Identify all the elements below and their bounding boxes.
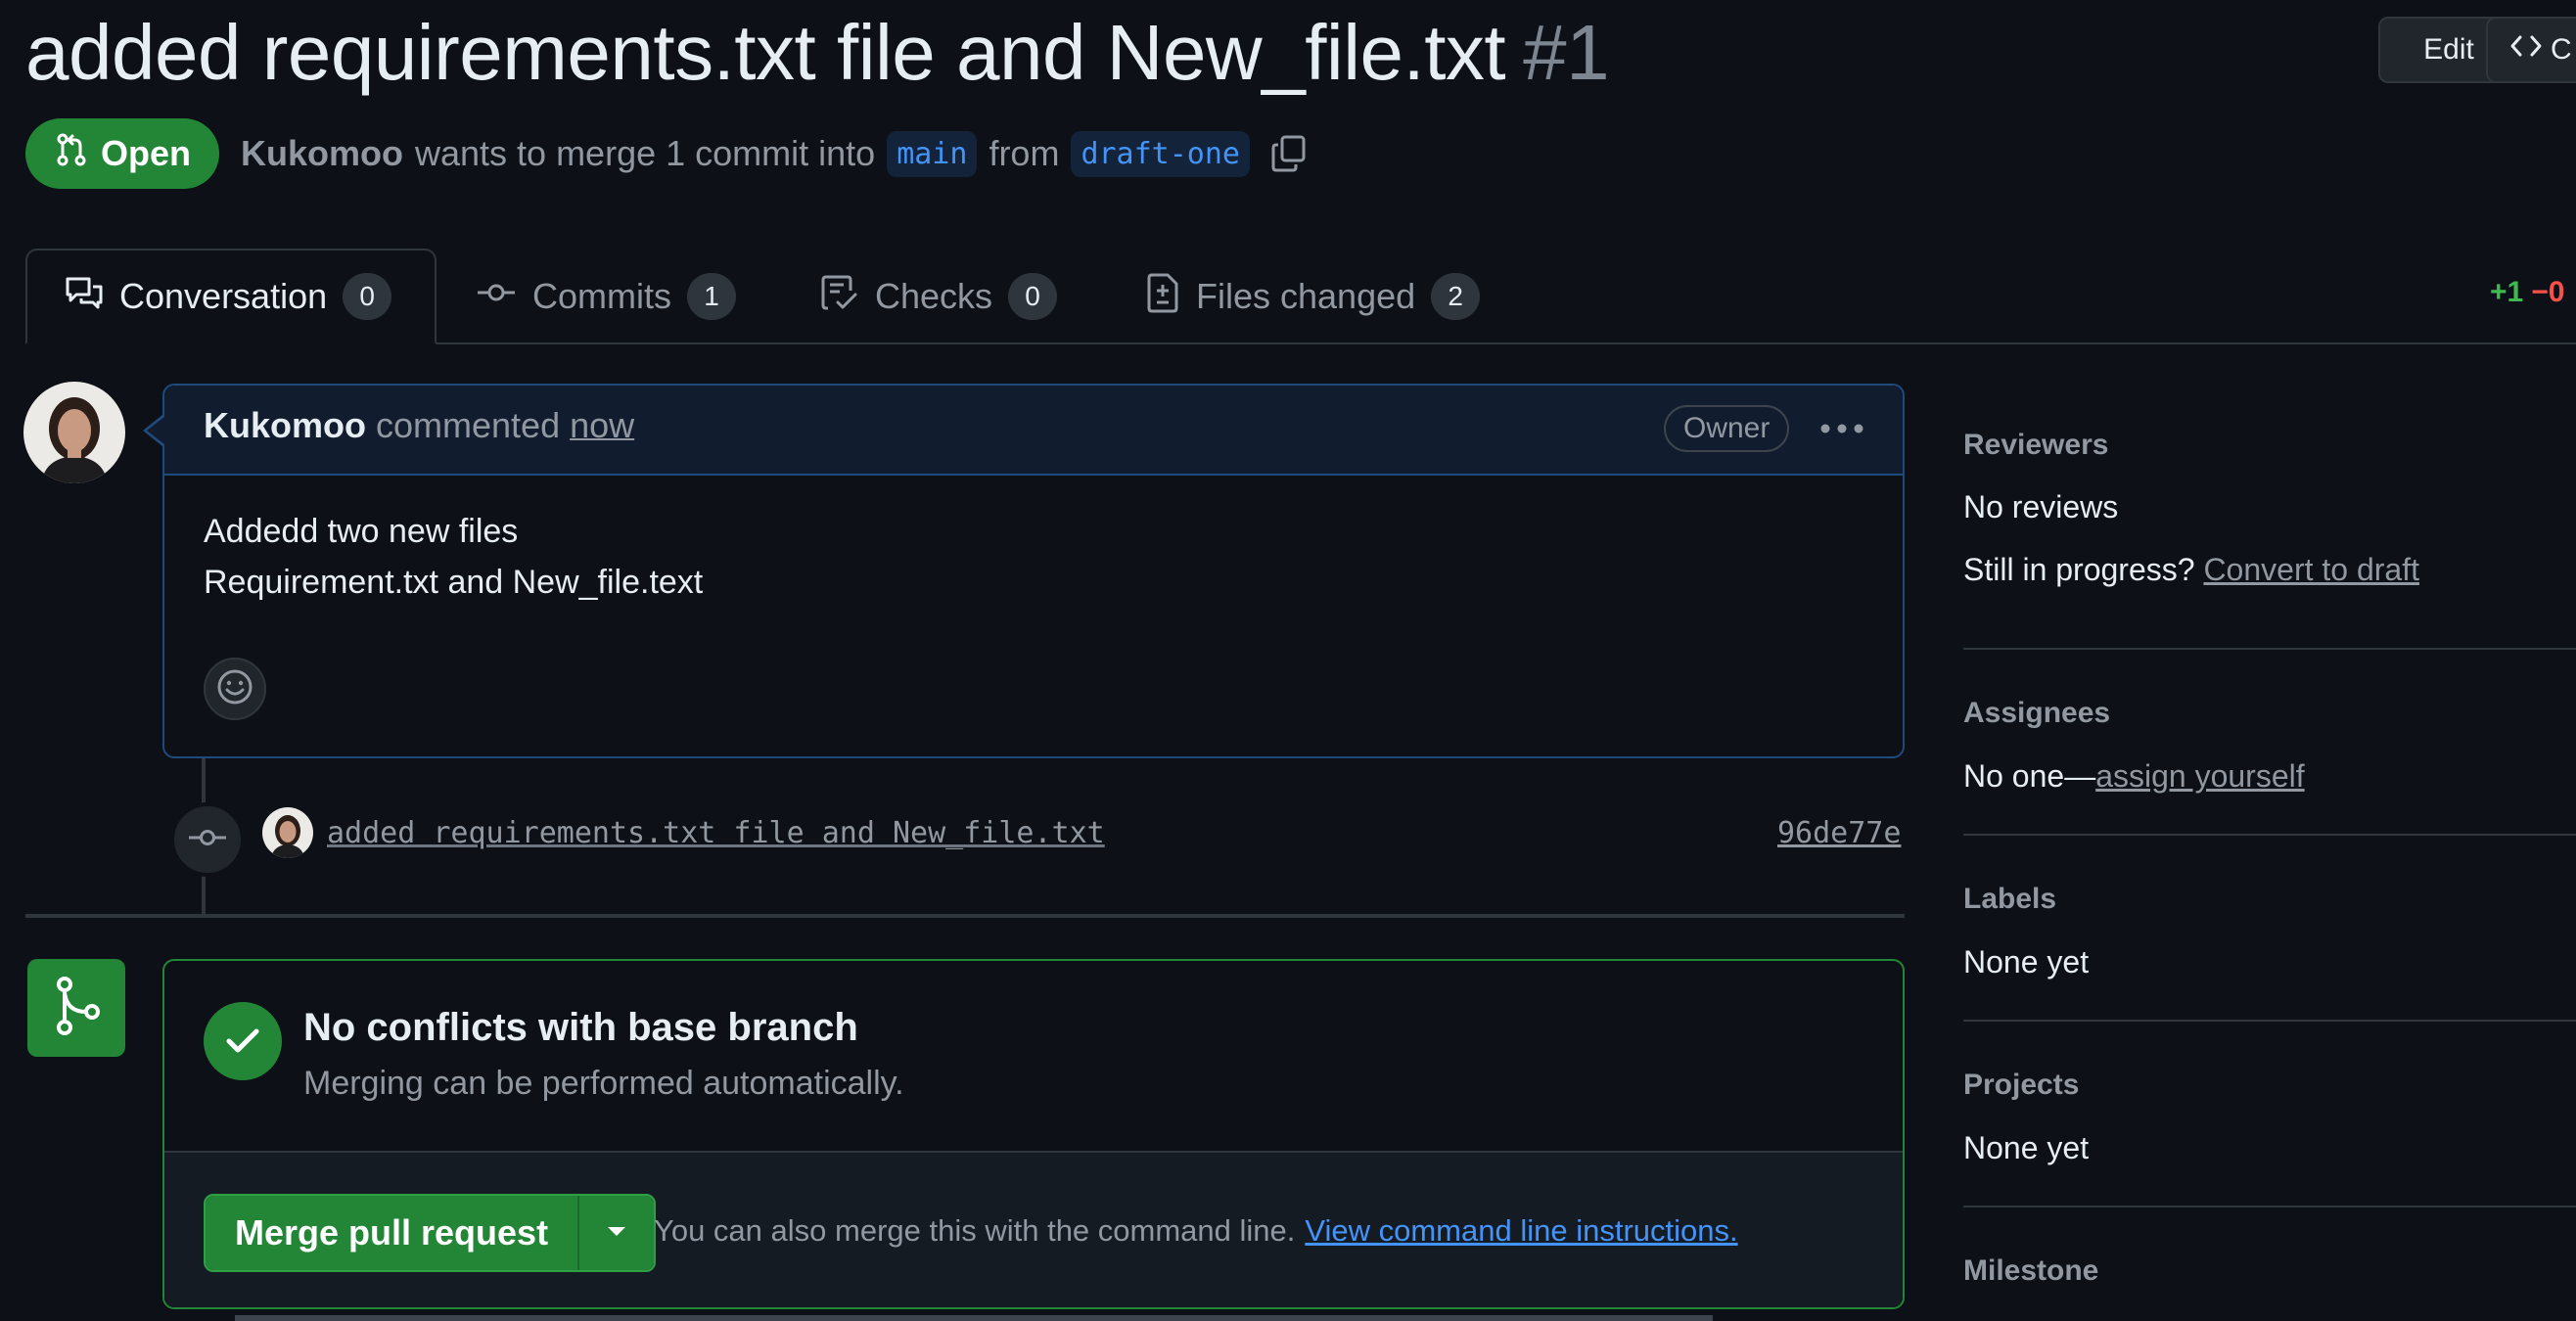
convert-to-draft-link[interactable]: Convert to draft (2203, 552, 2419, 587)
merge-hint: You can also merge this with the command… (654, 1213, 1738, 1249)
assignees-prefix: No one— (1963, 758, 2096, 794)
reviewers-value: No reviews (1963, 489, 2119, 524)
kebab-horizontal-icon[interactable] (1813, 405, 1871, 452)
in-progress-text: Still in progress? (1963, 552, 2195, 587)
add-reaction-button[interactable] (204, 658, 266, 720)
sidebar-divider (1963, 834, 2576, 836)
sidebar-divider (1963, 1020, 2576, 1022)
check-circle-icon (204, 1002, 282, 1080)
merge-pull-request-button[interactable]: Merge pull request (206, 1196, 578, 1270)
triangle-down-icon (606, 1224, 627, 1243)
status-badge: Open (25, 118, 219, 189)
merge-hint-text: You can also merge this with the command… (654, 1213, 1296, 1248)
draft-prompt: Still in progress? Convert to draft (1963, 552, 2419, 588)
comment-body-line-2: Requirement.txt and New_file.text (204, 564, 704, 601)
head-branch[interactable]: draft-one (1071, 130, 1250, 177)
comment-timestamp[interactable]: now (570, 405, 634, 445)
labels-heading[interactable]: Labels (1963, 883, 2056, 916)
reviewers-heading[interactable]: Reviewers (1963, 429, 2108, 462)
commit-author-avatar[interactable] (262, 807, 313, 858)
pull-request-icon (54, 132, 89, 176)
merge-method-dropdown[interactable] (577, 1196, 655, 1270)
merge-status-title: No conflicts with base branch (303, 1006, 858, 1049)
git-commit-icon (476, 275, 517, 319)
code-button-label: C (2551, 33, 2572, 66)
edit-button-label: Edit (2423, 33, 2474, 66)
status-label: Open (100, 133, 191, 173)
commit-sha-link[interactable]: 96de77e (1777, 816, 1901, 850)
horizontal-scrollbar[interactable] (235, 1315, 1713, 1321)
comment-discussion-icon (65, 275, 104, 319)
tab-checks[interactable]: Checks 0 (820, 249, 1058, 344)
milestone-heading[interactable]: Milestone (1963, 1254, 2098, 1288)
timeline-separator (25, 914, 1905, 918)
git-commit-icon (187, 823, 228, 857)
comment-body-line-1: Addedd two new files (204, 513, 519, 550)
code-icon (2509, 31, 2543, 68)
comment-meta: Kukomoo commented now (204, 405, 634, 446)
assignees-heading[interactable]: Assignees (1963, 697, 2110, 730)
sidebar-divider (1963, 648, 2576, 650)
comment-caret-fill (147, 417, 164, 444)
merge-button-group: Merge pull request (204, 1194, 657, 1272)
tab-counter: 1 (687, 273, 736, 320)
tab-counter: 2 (1431, 273, 1481, 320)
owner-badge: Owner (1664, 405, 1790, 452)
tab-label: Conversation (119, 276, 328, 316)
git-merge-icon (49, 975, 104, 1042)
comment-action: commented (376, 405, 561, 445)
projects-value: None yet (1963, 1130, 2090, 1165)
tab-label: Files changed (1196, 276, 1416, 316)
tab-label: Commits (532, 276, 671, 316)
diffstat: +1 −0 (2490, 276, 2564, 309)
assignees-value: No one—assign yourself (1963, 758, 2305, 795)
merge-actions-footer: Merge pull request You can also merge th… (164, 1151, 1903, 1307)
pr-meta: Kukomoo wants to merge 1 commit into mai… (241, 125, 1309, 182)
tab-counter: 0 (343, 273, 392, 320)
file-diff-icon (1145, 272, 1180, 322)
commit-node (170, 802, 245, 877)
pr-number: #1 (1523, 9, 1610, 96)
tab-files-changed[interactable]: Files changed 2 (1145, 249, 1481, 344)
merge-button-label: Merge pull request (235, 1212, 549, 1253)
tab-conversation[interactable]: Conversation 0 (25, 249, 437, 344)
pr-title: added requirements.txt file and New_file… (25, 4, 1610, 102)
merge-text: wants to merge 1 commit into (415, 133, 876, 173)
sidebar-divider (1963, 1206, 2576, 1207)
checklist-icon (820, 273, 859, 321)
command-line-instructions-link[interactable]: View command line instructions. (1305, 1213, 1737, 1248)
merge-box: No conflicts with base branch Merging ca… (162, 959, 1905, 1309)
tab-label: Checks (875, 276, 993, 316)
labels-value: None yet (1963, 944, 2090, 979)
pr-author[interactable]: Kukomoo (241, 133, 403, 174)
pr-title-text: added requirements.txt file and New_file… (25, 9, 1506, 96)
comment-author[interactable]: Kukomoo (204, 405, 366, 445)
smiley-icon (215, 667, 254, 711)
code-button[interactable]: C (2486, 17, 2576, 83)
merge-status-icon-box (27, 959, 125, 1057)
comment-header: Kukomoo commented now Owner (164, 386, 1903, 476)
from-text: from (989, 133, 1060, 173)
assign-yourself-link[interactable]: assign yourself (2095, 758, 2304, 794)
diffstat-additions: +1 (2490, 276, 2524, 308)
commit-message-link[interactable]: added requirements.txt file and New_file… (327, 816, 1105, 850)
owner-badge-label: Owner (1683, 412, 1771, 444)
projects-heading[interactable]: Projects (1963, 1069, 2079, 1102)
merge-status-subtitle: Merging can be performed automatically. (303, 1065, 904, 1102)
diffstat-deletions: −0 (2531, 276, 2565, 308)
tab-counter: 0 (1008, 273, 1058, 320)
comment-box: Kukomoo commented now Owner Addedd two n… (143, 384, 1905, 758)
copy-icon[interactable] (1269, 133, 1309, 174)
base-branch[interactable]: main (887, 130, 978, 177)
avatar[interactable] (23, 382, 125, 483)
tab-commits[interactable]: Commits 1 (476, 249, 736, 344)
